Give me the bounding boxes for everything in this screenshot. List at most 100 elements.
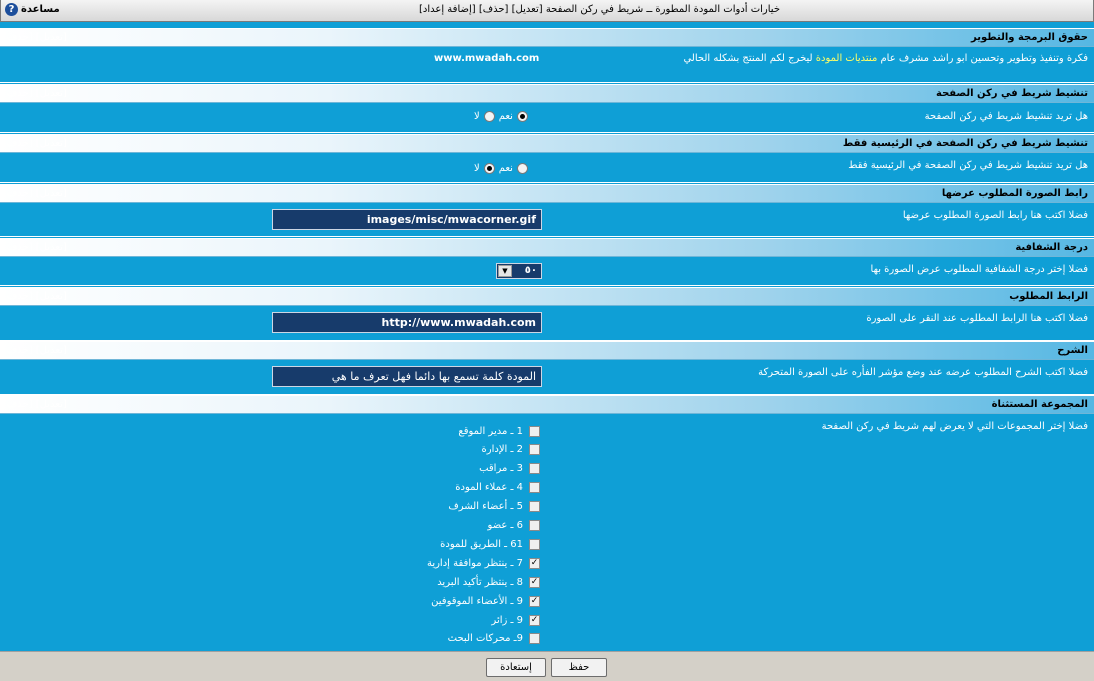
section-title: الشرح xyxy=(1057,345,1088,356)
window-title: خيارات أدوات المودة المطورة ــ شريط في ر… xyxy=(419,4,780,15)
setting-description: فكرة وتنفيذ وتطوير وتحسين ابو راشد مشرف … xyxy=(683,53,1088,64)
setting-row-credits: فكرة وتنفيذ وتطوير وتحسين ابو راشد مشرف … xyxy=(0,47,1094,83)
radio-yes-label: نعم xyxy=(498,111,513,122)
radio-yes[interactable] xyxy=(516,163,528,174)
usergroup-item[interactable]: 1 ـ مدير الموقع xyxy=(458,423,540,439)
usergroup-item[interactable]: 9ـ محركات البحث xyxy=(448,631,540,647)
usergroup-label: 9ـ محركات البحث xyxy=(447,633,523,645)
setting-row-link: فضلا اكتب هنا الرابط المطلوب عند النقر ع… xyxy=(0,307,1094,341)
usergroup-checkbox[interactable] xyxy=(529,538,540,550)
section-title: الرابط المطلوب xyxy=(1009,291,1088,302)
section-header-excluded-groups: المجموعة المستثناة [تعديل] [حذف] xyxy=(0,395,1094,414)
window-titlebar: ? مساعدة خيارات أدوات المودة المطورة ــ … xyxy=(0,0,1094,22)
section-header-credits: حقوق البرمجة والتطوير [تعديل] [حذف] xyxy=(0,28,1094,47)
edit-delete-links[interactable]: [تعديل] [حذف] xyxy=(3,399,67,410)
usergroup-label: 9 ـ زائر xyxy=(491,614,523,626)
setting-row-enable: هل تريد تنشيط شريط في ركن الصفحة نعم لا xyxy=(0,104,1094,133)
usergroup-label: 8 ـ ينتظر تأكيد البريد xyxy=(437,576,523,588)
image-url-input[interactable]: images/misc/mwacorner.gif xyxy=(272,209,542,230)
usergroup-checkbox[interactable] xyxy=(529,444,540,456)
usergroup-label: 4 ـ عملاء المودة xyxy=(455,482,523,494)
opacity-select[interactable]: ٥٠ ▼ xyxy=(496,263,542,279)
usergroup-checkbox[interactable] xyxy=(529,463,540,475)
edit-delete-links[interactable]: [تعديل] [حذف] xyxy=(3,291,67,302)
edit-delete-links[interactable]: [تعديل] [حذف] xyxy=(3,88,67,99)
section-header-link: الرابط المطلوب [تعديل] [حذف] xyxy=(0,287,1094,306)
usergroup-checkbox[interactable] xyxy=(529,501,540,513)
usergroup-item[interactable]: 5 ـ أعضاء الشرف xyxy=(448,499,540,515)
edit-delete-links[interactable]: [تعديل] [حذف] xyxy=(3,242,67,253)
usergroup-item[interactable]: 4 ـ عملاء المودة xyxy=(455,480,540,496)
usergroup-checkbox[interactable]: ✓ xyxy=(529,595,540,607)
radio-no-label: لا xyxy=(474,163,480,174)
usergroup-checkbox[interactable]: ✓ xyxy=(529,614,540,626)
usergroup-checkbox[interactable] xyxy=(529,482,540,494)
usergroup-item[interactable]: ✓ 9 ـ الأعضاء الموقوفين xyxy=(431,593,540,609)
setting-description: فضلا إختر المجموعات التي لا يعرض لهم شري… xyxy=(821,421,1088,432)
setting-row-tooltip: فضلا اكتب الشرح المطلوب عرضه عند وضع مؤش… xyxy=(0,361,1094,395)
website-url-text: www.mwadah.com xyxy=(434,53,540,64)
section-header-enable: تنشيط شريط في ركن الصفحة [تعديل] [حذف] xyxy=(0,84,1094,103)
help-link[interactable]: ? مساعدة xyxy=(5,3,60,16)
usergroup-label: 7 ـ ينتظر موافقة إدارية xyxy=(426,557,523,569)
usergroup-label: 5 ـ أعضاء الشرف xyxy=(448,501,523,513)
setting-description: هل تريد تنشيط شريط في ركن الصفحة في الرئ… xyxy=(848,160,1088,171)
setting-description: هل تريد تنشيط شريط في ركن الصفحة xyxy=(924,111,1088,122)
usergroup-label: 3 ـ مراقب xyxy=(479,463,523,475)
home-only-radio-group: نعم لا xyxy=(474,163,528,174)
usergroup-item[interactable]: ✓ 9 ـ زائر xyxy=(491,612,540,628)
radio-yes-label: نعم xyxy=(498,163,513,174)
setting-row-home-only: هل تريد تنشيط شريط في ركن الصفحة في الرئ… xyxy=(0,154,1094,183)
edit-delete-links[interactable]: [تعديل] [حذف] xyxy=(3,32,67,43)
reset-button[interactable]: إستعادة xyxy=(486,658,546,677)
usergroup-label: 1 ـ مدير الموقع xyxy=(458,425,523,437)
radio-no[interactable] xyxy=(483,163,495,174)
edit-delete-links[interactable]: [تعديل] [حذف] xyxy=(3,138,67,149)
usergroup-item[interactable]: 3 ـ مراقب xyxy=(479,461,540,477)
setting-row-excluded-groups: فضلا إختر المجموعات التي لا يعرض لهم شري… xyxy=(0,415,1094,651)
section-title: درجة الشفافية xyxy=(1015,242,1088,253)
setting-description: فضلا اكتب هنا الرابط المطلوب عند النقر ع… xyxy=(866,313,1088,324)
section-header-opacity: درجة الشفافية [تعديل] [حذف] xyxy=(0,238,1094,257)
section-title: المجموعة المستثناة xyxy=(991,399,1088,410)
usergroup-item[interactable]: ✓ 7 ـ ينتظر موافقة إدارية xyxy=(427,555,540,571)
section-header-home-only: تنشيط شريط في ركن الصفحة في الرئيسية فقط… xyxy=(0,134,1094,153)
setting-description: فضلا اكتب الشرح المطلوب عرضه عند وضع مؤش… xyxy=(758,367,1088,378)
chevron-down-icon[interactable]: ▼ xyxy=(498,265,512,277)
section-title: تنشيط شريط في ركن الصفحة في الرئيسية فقط xyxy=(842,138,1088,149)
usergroup-label: 2 ـ الإدارة xyxy=(481,444,523,456)
usergroup-item[interactable]: 6 ـ عضو xyxy=(488,518,540,534)
section-title: تنشيط شريط في ركن الصفحة xyxy=(936,88,1088,99)
help-icon: ? xyxy=(5,3,18,16)
radio-yes[interactable] xyxy=(516,111,528,122)
radio-no[interactable] xyxy=(483,111,495,122)
usergroup-checkbox[interactable]: ✓ xyxy=(529,557,540,569)
usergroup-checkbox[interactable] xyxy=(529,425,540,437)
edit-delete-links[interactable]: [تعديل] [حذف] xyxy=(3,345,67,356)
link-url-input[interactable]: http://www.mwadah.com xyxy=(272,312,542,333)
usergroup-checkbox[interactable] xyxy=(529,633,540,645)
section-title: حقوق البرمجة والتطوير xyxy=(971,32,1088,43)
radio-no-label: لا xyxy=(474,111,480,122)
usergroup-item[interactable]: ✓ 8 ـ ينتظر تأكيد البريد xyxy=(437,574,540,590)
section-header-tooltip: الشرح [تعديل] [حذف] xyxy=(0,341,1094,360)
section-header-image-url: رابط الصورة المطلوب عرضها [تعديل] [حذف] xyxy=(0,184,1094,203)
save-button[interactable]: حفظ xyxy=(551,658,607,677)
usergroup-checkbox-list: 1 ـ مدير الموقع 2 ـ الإدارة 3 ـ مراقب 4 ـ ع… xyxy=(0,423,540,649)
section-title: رابط الصورة المطلوب عرضها xyxy=(941,188,1088,199)
usergroup-checkbox[interactable]: ✓ xyxy=(529,576,540,588)
usergroup-label: 61 ـ الطريق للمودة xyxy=(440,538,523,550)
usergroup-item[interactable]: 61 ـ الطريق للمودة xyxy=(440,536,540,552)
usergroup-label: 6 ـ عضو xyxy=(487,520,523,531)
usergroup-item[interactable]: 2 ـ الإدارة xyxy=(482,442,540,458)
opacity-selected-value: ٥٠ xyxy=(524,265,537,276)
setting-description: فضلا اكتب هنا رابط الصورة المطلوب عرضها xyxy=(902,210,1088,221)
edit-delete-links[interactable]: [تعديل] [حذف] xyxy=(3,188,67,199)
help-label: مساعدة xyxy=(21,4,60,15)
tooltip-text-input[interactable]: المودة كلمة تسمع بها دائما فهل تعرف ما ه… xyxy=(272,366,542,387)
forum-name-highlight: منتديات المودة xyxy=(815,53,878,64)
usergroup-checkbox[interactable] xyxy=(529,520,540,531)
setting-row-image-url: فضلا اكتب هنا رابط الصورة المطلوب عرضها … xyxy=(0,204,1094,237)
enable-radio-group: نعم لا xyxy=(474,111,528,122)
form-footer: حفظ إستعادة xyxy=(0,651,1094,681)
